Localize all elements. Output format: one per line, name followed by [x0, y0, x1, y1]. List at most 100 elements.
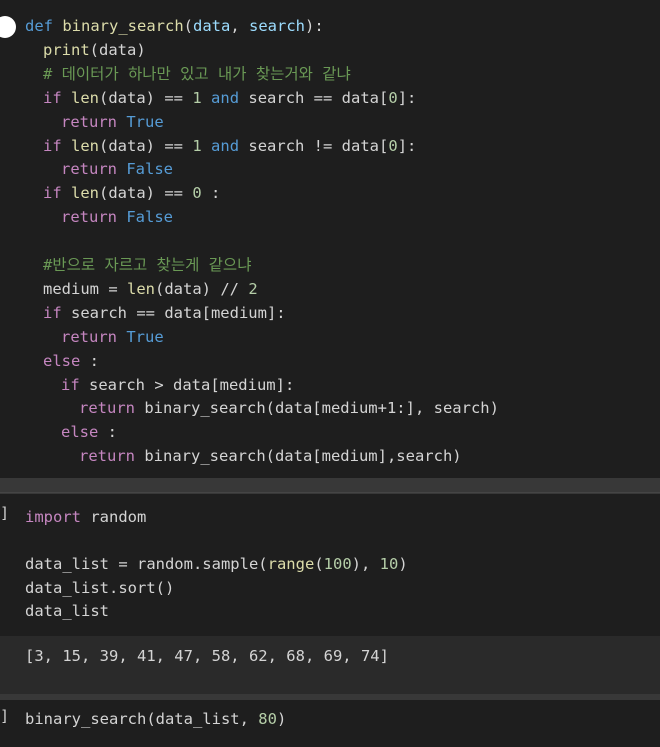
- code-line[interactable]: return binary_search(data[medium],search…: [79, 444, 462, 468]
- code-token: 0: [388, 88, 398, 107]
- code-token: and: [211, 136, 240, 155]
- code-line[interactable]: return True: [61, 325, 164, 349]
- code-line[interactable]: return True: [61, 110, 164, 134]
- cell-execution-bracket: ]: [0, 504, 10, 522]
- run-cell-button[interactable]: [0, 16, 16, 38]
- code-line[interactable]: if len(data) == 0 :: [43, 181, 220, 205]
- code-token: 10: [379, 555, 399, 573]
- code-token: else: [61, 423, 99, 442]
- code-token: False: [126, 160, 174, 179]
- code-line[interactable]: #반으로 자르고 찾는게 같으냐: [43, 253, 251, 277]
- code-token: #반으로 자르고 찾는게 같으냐: [43, 256, 252, 274]
- code-token: data_list = random.sample(: [25, 555, 268, 573]
- code-line[interactable]: if len(data) == 1 and search != data[0]:: [43, 134, 416, 158]
- code-line[interactable]: if len(data) == 1 and search == data[0]:: [43, 86, 416, 110]
- code-token: import: [25, 508, 81, 526]
- code-token: (data) ==: [99, 136, 193, 155]
- code-line[interactable]: else :: [61, 420, 117, 444]
- code-line[interactable]: import random: [25, 505, 146, 529]
- code-line[interactable]: data_list: [25, 599, 109, 623]
- code-token: ): [398, 555, 408, 573]
- code-token: return: [61, 112, 117, 131]
- code-token: and: [211, 88, 240, 107]
- code-token: search == data[: [239, 88, 389, 107]
- code-line[interactable]: binary_search(data_list, 80): [25, 707, 286, 731]
- code-token: # 데이터가 하나만 있고 내가 찾는거와 같냐: [43, 64, 351, 83]
- code-token: if: [61, 375, 80, 394]
- code-token: 1: [192, 88, 202, 107]
- code-token: random: [81, 508, 147, 526]
- code-token: binary_search: [62, 17, 184, 35]
- code-token: if: [43, 303, 62, 322]
- code-cell-binary-search-call[interactable]: ] binary_search(data_list, 80): [0, 700, 660, 747]
- code-token: ]:: [397, 136, 417, 155]
- code-token: len: [71, 136, 100, 155]
- code-token: ): [276, 710, 287, 728]
- code-token: (: [314, 555, 324, 573]
- output-text: [3, 15, 39, 41, 47, 58, 62, 68, 69, 74]: [25, 647, 389, 665]
- code-token: :: [80, 351, 99, 370]
- code-token: search: [249, 17, 306, 35]
- code-token: len: [127, 279, 155, 298]
- code-token: return: [79, 399, 135, 418]
- code-token: print: [43, 40, 90, 59]
- code-token: return: [79, 447, 135, 466]
- code-token: if: [43, 88, 62, 107]
- code-token: data: [99, 40, 137, 59]
- code-token: return: [61, 160, 117, 179]
- code-token: def: [25, 17, 53, 35]
- code-token: range: [267, 555, 315, 573]
- code-line[interactable]: if search > data[medium]:: [61, 373, 294, 397]
- code-line[interactable]: # 데이터가 하나만 있고 내가 찾는거와 같냐: [43, 62, 351, 86]
- code-line[interactable]: data_list = random.sample(range(100), 10…: [25, 552, 408, 576]
- code-cell-binary-search[interactable]: def binary_search(data, search): print(da…: [0, 0, 660, 478]
- code-token: search != data[: [239, 136, 389, 155]
- cell-execution-bracket: ]: [0, 707, 10, 725]
- code-line[interactable]: return False: [61, 205, 173, 229]
- code-token: if: [43, 184, 62, 203]
- cell-output: [3, 15, 39, 41, 47, 58, 62, 68, 69, 74]: [0, 636, 660, 694]
- code-token: if: [43, 136, 62, 155]
- code-token: ]:: [397, 88, 417, 107]
- code-token: 0: [192, 184, 202, 203]
- code-token: (: [89, 40, 100, 59]
- code-token: medium =: [43, 279, 127, 298]
- code-token: search > data[medium]:: [79, 375, 295, 394]
- code-line[interactable]: def binary_search(data, search):: [25, 14, 324, 38]
- code-token: data: [193, 17, 231, 35]
- code-line[interactable]: return False: [61, 157, 173, 181]
- code-line[interactable]: print(data): [43, 38, 146, 62]
- code-token: 80: [258, 710, 277, 728]
- code-token: data_list.sort(): [25, 578, 175, 597]
- code-line[interactable]: medium = len(data) // 2: [43, 277, 258, 301]
- code-token: (: [183, 17, 194, 35]
- code-token: else: [43, 351, 81, 370]
- code-token: ),: [351, 555, 380, 573]
- code-token: 100: [323, 555, 352, 573]
- code-cell-import-random[interactable]: ] import random data_list = random.sample…: [0, 494, 660, 636]
- code-token: True: [126, 112, 164, 131]
- code-line[interactable]: if search == data[medium]:: [43, 301, 286, 325]
- code-token: binary_search(data[medium+1:], search): [135, 399, 499, 418]
- code-line[interactable]: data_list.sort(): [25, 576, 174, 600]
- code-token: binary_search(data_list,: [25, 710, 259, 728]
- code-token: 0: [388, 136, 398, 155]
- code-line[interactable]: return binary_search(data[medium+1:], se…: [79, 396, 499, 420]
- code-token: len: [71, 88, 100, 107]
- code-token: (data) ==: [99, 88, 193, 107]
- code-line[interactable]: else :: [43, 349, 99, 373]
- code-token: ):: [305, 17, 324, 35]
- code-token: False: [126, 208, 174, 227]
- code-token: 2: [248, 279, 258, 298]
- code-token: True: [126, 327, 164, 346]
- code-token: data_list: [25, 602, 109, 620]
- code-token: return: [61, 327, 117, 346]
- code-token: search == data[medium]:: [61, 303, 286, 322]
